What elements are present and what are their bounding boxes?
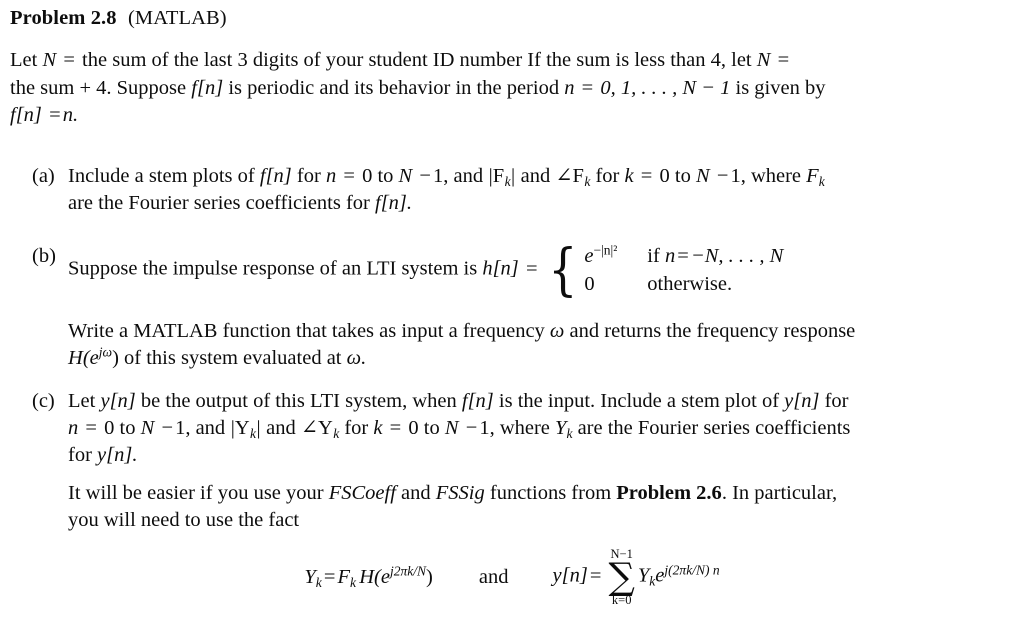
para-c2-line-1: It will be easier if you use your FSCoef… bbox=[68, 482, 838, 504]
equation-lhs: Yk=Fk H(ej2πk/N) bbox=[304, 563, 433, 590]
item-c-line-2: n = 0 to N −1, and |Yk| and ∠Yk for k = … bbox=[68, 417, 851, 441]
magnitude-Fk: |Fk| bbox=[488, 165, 516, 189]
item-marker-c: (c) bbox=[32, 390, 55, 412]
equation-rhs: y[n]= N−1 ∑ k=0 Ykej(2πk/N) n bbox=[552, 547, 720, 607]
func-h: h bbox=[482, 257, 493, 280]
problem-reference: Problem 2.6 bbox=[616, 482, 722, 504]
var-N: N bbox=[695, 165, 710, 187]
item-a-line-2: are the Fourier series coefficients for … bbox=[68, 192, 413, 214]
piecewise-definition: { e−|n|² if n=−N, . . . , N 0 otherwise. bbox=[545, 238, 784, 304]
freq-response-expr: H(ejω) bbox=[68, 344, 119, 369]
fscoeff-function-name: FSCoeff bbox=[328, 482, 396, 504]
item-c-line-3: for y[n]. bbox=[68, 444, 138, 466]
summation-operator: N−1 ∑ k=0 bbox=[608, 548, 634, 606]
paragraph-matlab-function: Write a MATLAB function that takes as in… bbox=[68, 318, 1018, 372]
item-b-line-1: Suppose the impulse response of an LTI s… bbox=[68, 238, 784, 304]
sum-lower-limit: k=0 bbox=[611, 592, 632, 607]
angle-Yk: ∠Yk bbox=[300, 417, 340, 441]
angle-Fk: ∠Fk bbox=[555, 165, 591, 189]
case-2-value: 0 bbox=[584, 273, 595, 295]
var-N: N bbox=[398, 165, 413, 187]
list-item-b: (b) Suppose the impulse response of an L… bbox=[32, 238, 1017, 304]
func-y: y bbox=[784, 390, 794, 412]
equation-conjunction: and bbox=[478, 565, 509, 588]
display-equation: Yk=Fk H(ej2πk/N) and y[n]= N−1 ∑ k=0 Ykej(2πk… bbox=[0, 548, 1024, 606]
intro-line-3: f[n] =n. bbox=[10, 104, 79, 126]
case-1-value: e−|n|² bbox=[584, 242, 618, 267]
intro-paragraph: Let N = the sum of the last 3 digits of … bbox=[10, 47, 1014, 130]
func-y: y bbox=[97, 444, 107, 466]
para-b2-line-2: H(ejω) of this system evaluated at ω. bbox=[68, 344, 367, 369]
case-2-condition: otherwise. bbox=[647, 273, 733, 295]
problem-page: Problem 2.8 (MATLAB) Let N = the sum of … bbox=[0, 0, 1024, 633]
problem-number: Problem 2.8 bbox=[10, 7, 117, 29]
var-N: N bbox=[756, 49, 771, 71]
item-a-line-1: Include a stem plots of f[n] for n = 0 t… bbox=[68, 165, 825, 189]
list-item-a: (a) Include a stem plots of f[n] for n =… bbox=[32, 163, 1017, 217]
func-y: y bbox=[100, 390, 110, 412]
intro-line-1: Let N = the sum of the last 3 digits of … bbox=[10, 49, 790, 71]
sigma-icon: ∑ bbox=[608, 554, 635, 598]
var-k: k bbox=[624, 165, 634, 187]
case-1-condition: if n=−N, . . . , N bbox=[647, 245, 784, 267]
left-brace: { bbox=[547, 238, 578, 304]
para-b2-line-1: Write a MATLAB function that takes as in… bbox=[68, 320, 856, 342]
item-marker-a: (a) bbox=[32, 165, 55, 187]
problem-tag: (MATLAB) bbox=[128, 7, 227, 29]
var-k: k bbox=[373, 417, 383, 439]
var-omega: ω bbox=[549, 320, 565, 342]
item-c-line-1: Let y[n] be the output of this LTI syste… bbox=[68, 390, 849, 412]
coef-Fk: Fk bbox=[806, 165, 825, 189]
fssig-function-name: FSSig bbox=[435, 482, 485, 504]
var-N: N bbox=[444, 417, 459, 439]
coef-Yk: Yk bbox=[555, 417, 573, 441]
index-range: 0, 1, . . . , N − 1 bbox=[600, 76, 731, 99]
var-n: n bbox=[325, 165, 337, 187]
var-omega: ω. bbox=[346, 347, 367, 369]
var-N: N bbox=[140, 417, 155, 439]
item-marker-b: (b) bbox=[32, 245, 56, 267]
var-n: n bbox=[68, 417, 79, 439]
page-title: Problem 2.8 (MATLAB) bbox=[10, 7, 227, 30]
intro-line-2: the sum + 4. Suppose f[n] is periodic an… bbox=[10, 76, 826, 99]
paragraph-hint: It will be easier if you use your FSCoef… bbox=[68, 480, 1018, 534]
para-c2-line-2: you will need to use the fact bbox=[68, 509, 300, 531]
var-n: n bbox=[564, 76, 575, 99]
list-item-c: (c) Let y[n] be the output of this LTI s… bbox=[32, 388, 1017, 469]
magnitude-Yk: |Yk| bbox=[230, 417, 261, 441]
var-N: N bbox=[42, 49, 57, 71]
